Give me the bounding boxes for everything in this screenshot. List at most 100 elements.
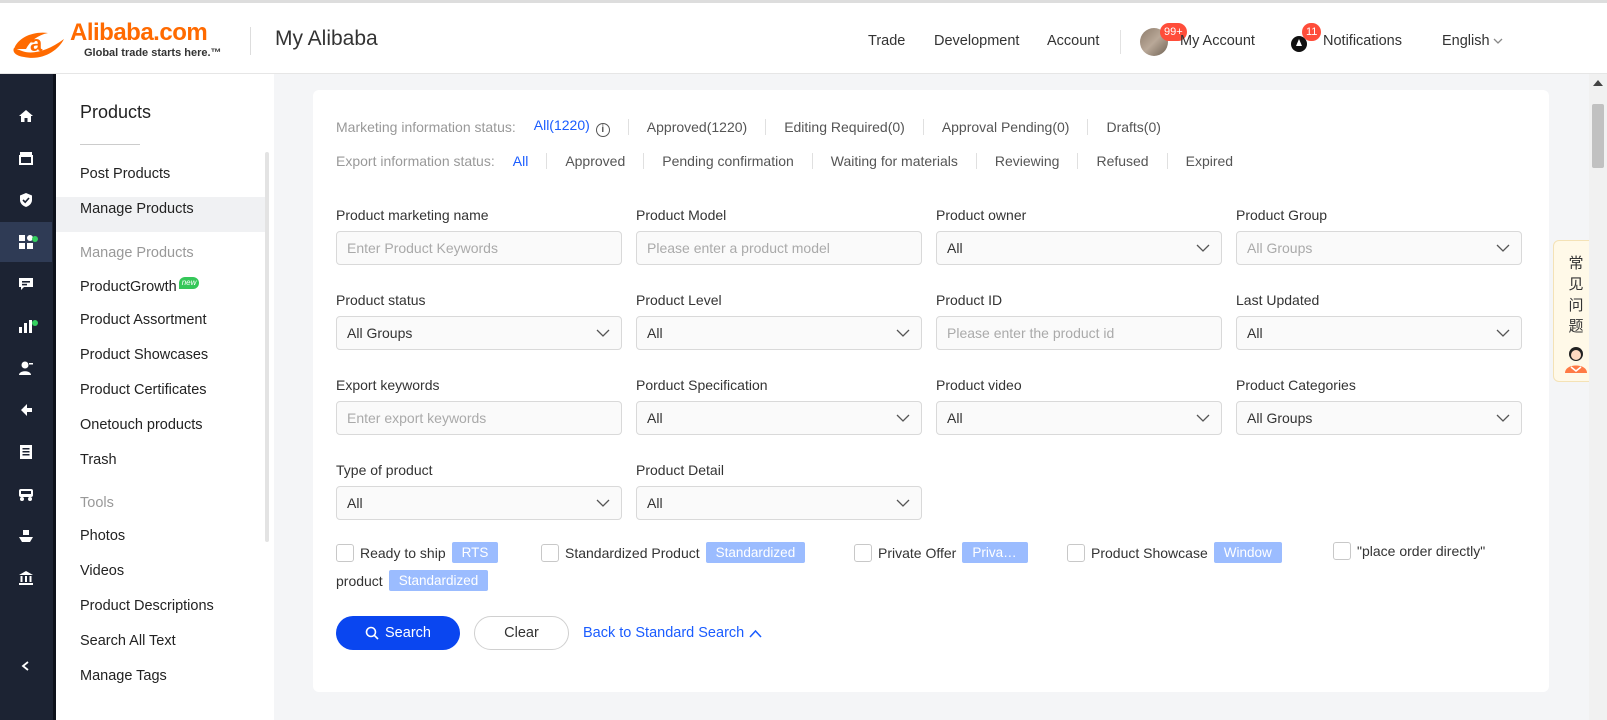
export-status-approved[interactable]: Approved bbox=[546, 153, 643, 169]
language-label: English bbox=[1442, 33, 1490, 49]
select-value: All bbox=[347, 495, 363, 511]
export-status-row: Export information status: All Approved … bbox=[336, 153, 1251, 169]
product-status-select[interactable]: All Groups bbox=[336, 316, 622, 350]
sidebar-item-product-showcases[interactable]: Product Showcases bbox=[80, 347, 208, 363]
marketing-status-all[interactable]: All(1220) i bbox=[534, 117, 628, 137]
checkbox-private-offer[interactable]: Private Offer Private Offer bbox=[854, 542, 1029, 563]
rail-collapse[interactable] bbox=[0, 646, 52, 686]
sidebar-item-photos[interactable]: Photos bbox=[80, 528, 125, 544]
checkbox-wrap-text: product bbox=[336, 572, 383, 589]
product-video-select[interactable]: All bbox=[936, 401, 1222, 435]
logo-wordmark: Alibaba.com bbox=[70, 19, 208, 46]
scrollbar-thumb[interactable] bbox=[1592, 104, 1604, 168]
tag-window: Window bbox=[1213, 542, 1282, 563]
last-updated-select[interactable]: All bbox=[1236, 316, 1522, 350]
sidebar-item-post-products[interactable]: Post Products bbox=[80, 166, 170, 182]
checkbox-product-showcase[interactable]: Product Showcase Window bbox=[1067, 542, 1282, 563]
export-status-reviewing[interactable]: Reviewing bbox=[975, 153, 1078, 169]
sidebar-item-manage-products[interactable]: Manage Products bbox=[80, 201, 194, 217]
marketing-status-editing-required[interactable]: Editing Required(0) bbox=[765, 119, 923, 135]
rail-store[interactable] bbox=[0, 138, 52, 178]
icon-rail bbox=[0, 74, 56, 720]
select-value: All bbox=[947, 410, 963, 426]
export-status-all[interactable]: All bbox=[513, 153, 547, 169]
scroll-up-arrow-icon[interactable] bbox=[1593, 80, 1603, 86]
language-selector[interactable]: English bbox=[1442, 33, 1503, 49]
rail-analytics[interactable] bbox=[0, 306, 52, 346]
checkbox-box[interactable] bbox=[541, 543, 559, 562]
product-level-select[interactable]: All bbox=[636, 316, 922, 350]
product-specification-select[interactable]: All bbox=[636, 401, 922, 435]
chevron-down-icon bbox=[896, 499, 910, 507]
search-button[interactable]: Search bbox=[336, 616, 460, 650]
sidebar-group-tools: Tools bbox=[80, 495, 114, 511]
marketing-status-approval-pending[interactable]: Approval Pending(0) bbox=[922, 119, 1088, 135]
select-value: All bbox=[947, 240, 963, 256]
rail-shield[interactable] bbox=[0, 180, 52, 220]
rail-products[interactable] bbox=[0, 222, 52, 262]
info-icon[interactable]: i bbox=[595, 123, 610, 137]
chevron-down-icon bbox=[1196, 244, 1210, 252]
type-of-product-select[interactable]: All bbox=[336, 486, 622, 520]
sidebar-item-product-certificates[interactable]: Product Certificates bbox=[80, 382, 207, 398]
chevron-up-icon bbox=[749, 629, 762, 638]
marketing-status-drafts[interactable]: Drafts(0) bbox=[1087, 119, 1178, 135]
product-id-input[interactable]: Please enter the product id bbox=[936, 316, 1222, 350]
sidebar-item-videos[interactable]: Videos bbox=[80, 563, 124, 579]
product-owner-select[interactable]: All bbox=[936, 231, 1222, 265]
nav-my-account[interactable]: My Account bbox=[1180, 33, 1255, 49]
back-to-standard-search-link[interactable]: Back to Standard Search bbox=[583, 625, 762, 641]
rail-chat[interactable] bbox=[0, 264, 52, 304]
sidebar-item-trash[interactable]: Trash bbox=[80, 452, 117, 468]
filter-label-product-level: Product Level bbox=[636, 292, 722, 308]
export-status-pending-confirmation[interactable]: Pending confirmation bbox=[643, 153, 812, 169]
alibaba-logo[interactable]: a Alibaba.com Global trade starts here.™ bbox=[8, 19, 236, 63]
nav-development[interactable]: Development bbox=[934, 33, 1019, 49]
store-icon bbox=[19, 152, 33, 165]
product-group-select[interactable]: All Groups bbox=[1236, 231, 1522, 265]
filter-label-product-specification: Porduct Specification bbox=[636, 377, 768, 393]
nav-notifications[interactable]: Notifications bbox=[1323, 33, 1402, 49]
checkbox-box[interactable] bbox=[1333, 542, 1351, 560]
checkbox-box[interactable] bbox=[854, 543, 872, 562]
sidebar-item-product-descriptions[interactable]: Product Descriptions bbox=[80, 598, 214, 614]
sidebar-scrollbar[interactable] bbox=[265, 152, 269, 542]
rail-logistics[interactable] bbox=[0, 474, 52, 514]
product-categories-select[interactable]: All Groups bbox=[1236, 401, 1522, 435]
product-detail-select[interactable]: All bbox=[636, 486, 922, 520]
sidebar-item-productgrowth[interactable]: ProductGrowth new bbox=[80, 277, 200, 295]
checkbox-box[interactable] bbox=[1067, 543, 1085, 562]
checkbox-box[interactable] bbox=[336, 543, 354, 562]
nav-account[interactable]: Account bbox=[1047, 33, 1099, 49]
rail-buyers[interactable] bbox=[0, 348, 52, 388]
checkbox-ready-to-ship[interactable]: Ready to ship RTS bbox=[336, 542, 499, 563]
checkbox-standardized-product[interactable]: Standardized Product Standardized bbox=[541, 542, 806, 563]
export-status-refused[interactable]: Refused bbox=[1077, 153, 1166, 169]
sidebar-item-manage-tags[interactable]: Manage Tags bbox=[80, 668, 167, 684]
new-badge: new bbox=[178, 277, 200, 289]
chevron-down-icon bbox=[1196, 414, 1210, 422]
export-keywords-input[interactable]: Enter export keywords bbox=[336, 401, 622, 435]
checkbox-label: "place order directly" bbox=[1357, 543, 1486, 559]
rail-home[interactable] bbox=[0, 96, 52, 136]
app-title[interactable]: My Alibaba bbox=[275, 27, 378, 51]
page-scrollbar[interactable] bbox=[1589, 74, 1607, 720]
product-model-input[interactable]: Please enter a product model bbox=[636, 231, 922, 265]
rail-orders[interactable] bbox=[0, 432, 52, 472]
export-status-waiting-for-materials[interactable]: Waiting for materials bbox=[811, 153, 976, 169]
sidebar-item-onetouch-products[interactable]: Onetouch products bbox=[80, 417, 203, 433]
marketing-status-approved[interactable]: Approved(1220) bbox=[627, 119, 765, 135]
rail-finance[interactable] bbox=[0, 558, 52, 598]
logo-tagline: Global trade starts here.™ bbox=[84, 47, 222, 59]
clear-button[interactable]: Clear bbox=[474, 616, 569, 650]
tag-standardized: Standardized bbox=[705, 542, 806, 563]
sidebar-item-product-assortment[interactable]: Product Assortment bbox=[80, 312, 207, 328]
export-status-expired[interactable]: Expired bbox=[1166, 153, 1251, 169]
nav-trade[interactable]: Trade bbox=[868, 33, 905, 49]
rail-export[interactable] bbox=[0, 390, 52, 430]
marketing-name-input[interactable]: Enter Product Keywords bbox=[336, 231, 622, 265]
sidebar-item-search-all-text[interactable]: Search All Text bbox=[80, 633, 176, 649]
checkbox-place-order-directly[interactable]: "place order directly" bbox=[1333, 542, 1485, 560]
chevron-down-icon bbox=[896, 329, 910, 337]
rail-ship[interactable] bbox=[0, 516, 52, 556]
